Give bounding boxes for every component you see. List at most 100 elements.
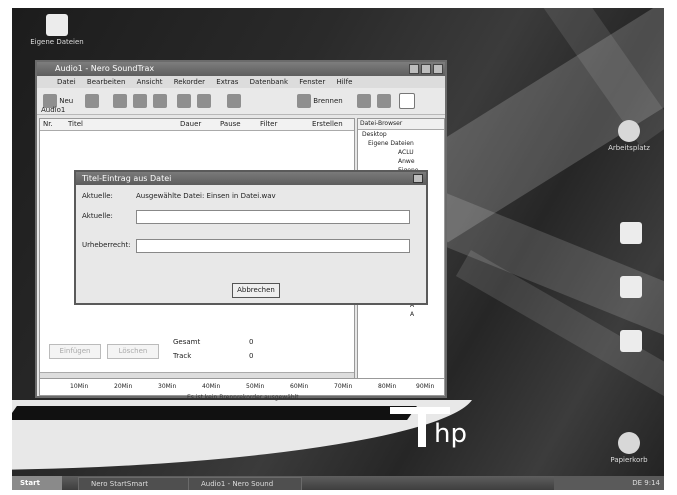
document-icon	[620, 276, 642, 298]
total-value: 0	[249, 338, 254, 346]
menu-datenbank[interactable]: Datenbank	[250, 78, 288, 86]
window-title: Audio1 - Nero SoundTrax	[55, 64, 155, 73]
ruler-tick: 80Min	[378, 383, 397, 390]
desktop-icon-label: Arbeitsplatz	[608, 144, 650, 152]
info-button[interactable]	[377, 93, 391, 109]
track-value: 0	[249, 352, 254, 360]
minimize-button[interactable]	[409, 64, 419, 74]
tree-item[interactable]: A	[358, 310, 444, 319]
close-button[interactable]	[433, 64, 443, 74]
properties-icon	[177, 94, 191, 108]
info-icon	[377, 94, 391, 108]
menu-extras[interactable]: Extras	[216, 78, 238, 86]
maximize-button[interactable]	[421, 64, 431, 74]
tree-item[interactable]: Desktop	[358, 130, 444, 139]
save-button[interactable]	[85, 93, 99, 109]
desktop-shortcut-1[interactable]	[596, 222, 664, 246]
dialog-close-button[interactable]	[413, 174, 423, 183]
ruler-tick: 60Min	[290, 383, 309, 390]
cut-icon	[113, 94, 127, 108]
column-header[interactable]: Erstellen	[312, 119, 343, 130]
file-value: Ausgewählte Datei: Einsen in Datei.wav	[136, 192, 276, 200]
taskbar-item[interactable]: Audio1 - Nero Sound	[188, 477, 302, 490]
ruler-tick: 10Min	[70, 383, 89, 390]
cancel-button[interactable]: Abbrechen	[232, 283, 280, 298]
tree-item[interactable]: ACLU	[358, 148, 444, 157]
title-input[interactable]	[136, 210, 410, 224]
ruler-tick: 90Min	[416, 383, 435, 390]
cut-button[interactable]	[113, 93, 127, 109]
document-icon	[620, 330, 642, 352]
burn-button[interactable]: Brennen	[297, 93, 343, 109]
dialog-titlebar[interactable]: Titel-Eintrag aus Datei	[76, 172, 426, 185]
hp-logo-text: hp	[434, 419, 467, 449]
track-label: Track	[173, 352, 192, 360]
column-header[interactable]: Nr.	[43, 119, 53, 130]
title-entry-dialog[interactable]: Titel-Eintrag aus Datei Aktuelle: Ausgew…	[74, 170, 428, 305]
properties-button[interactable]	[177, 93, 191, 109]
tree-item[interactable]: Anwe	[358, 157, 444, 166]
desktop-icon-label: Eigene Dateien	[30, 38, 84, 46]
field2-label: Urheberrecht:	[82, 241, 131, 249]
desktop: Eigene Dateien Arbeitsplatz Papierkorb h…	[12, 8, 664, 490]
dialog-title: Titel-Eintrag aus Datei	[82, 174, 172, 183]
tree-item[interactable]: Eigene Dateien	[358, 139, 444, 148]
paste-button[interactable]	[153, 93, 167, 109]
toolbar: Neu Brennen	[37, 88, 445, 115]
menu-ansicht[interactable]: Ansicht	[137, 78, 163, 86]
track-list-header: Nr. Titel Dauer Pause Filter Erstellen	[40, 119, 354, 131]
column-header[interactable]: Pause	[220, 119, 241, 130]
help-button[interactable]	[399, 93, 415, 109]
document-icon	[620, 222, 642, 244]
copy-icon	[133, 94, 147, 108]
menu-datei[interactable]: Datei	[57, 78, 76, 86]
tools-icon	[197, 94, 211, 108]
tools-button[interactable]	[197, 93, 211, 109]
burn-icon	[297, 94, 311, 108]
start-button[interactable]: Start	[12, 476, 62, 490]
total-label: Gesamt	[173, 338, 201, 346]
ruler-tick: 20Min	[114, 383, 133, 390]
ruler-tick: 70Min	[334, 383, 353, 390]
column-header[interactable]: Filter	[260, 119, 277, 130]
record-icon	[227, 94, 241, 108]
file-label: Aktuelle:	[82, 192, 113, 200]
column-header[interactable]: Titel	[68, 119, 83, 130]
computer-icon	[618, 120, 640, 142]
column-header[interactable]: Dauer	[180, 119, 201, 130]
copyright-input[interactable]	[136, 239, 410, 253]
paste-icon	[153, 94, 167, 108]
recycle-bin-icon	[618, 432, 640, 454]
file-browser-title: Datei-Browser	[358, 119, 444, 130]
copy-button[interactable]	[133, 93, 147, 109]
menu-hilfe[interactable]: Hilfe	[336, 78, 352, 86]
menubar: Datei Bearbeiten Ansicht Rekorder Extras…	[37, 76, 445, 88]
desktop-shortcut-2[interactable]	[596, 276, 664, 300]
menu-bearbeiten[interactable]: Bearbeiten	[87, 78, 125, 86]
pane-title: Audio1	[41, 106, 66, 114]
disc-icon	[357, 94, 371, 108]
desktop-icon-papierkorb[interactable]: Papierkorb	[594, 432, 664, 464]
taskbar-item[interactable]: Nero StartSmart	[78, 477, 192, 490]
track-summary: Einfügen Löschen Gesamt 0 Track 0	[45, 330, 351, 374]
taskbar: Start Nero StartSmart Audio1 - Nero Soun…	[12, 476, 664, 490]
desktop-shortcut-3[interactable]	[596, 330, 664, 354]
ruler-tick: 40Min	[202, 383, 221, 390]
system-tray: DE 9:14	[554, 476, 664, 490]
insert-button[interactable]: Einfügen	[49, 344, 101, 359]
menu-fenster[interactable]: Fenster	[299, 78, 325, 86]
folder-icon	[46, 14, 68, 36]
help-icon	[399, 93, 415, 109]
save-icon	[85, 94, 99, 108]
field1-label: Aktuelle:	[82, 212, 113, 220]
desktop-icon-arbeitsplatz[interactable]: Arbeitsplatz	[594, 120, 664, 152]
window-titlebar[interactable]: Audio1 - Nero SoundTrax	[37, 62, 445, 76]
status-bar: Es ist kein Brennrekorder ausgewählt	[187, 394, 299, 401]
menu-rekorder[interactable]: Rekorder	[174, 78, 205, 86]
copy-disc-button[interactable]	[357, 93, 371, 109]
desktop-icon-eigene-dateien[interactable]: Eigene Dateien	[22, 14, 92, 46]
wallpaper-swoosh-dark	[12, 406, 417, 420]
desktop-icon-label: Papierkorb	[610, 456, 648, 464]
record-button[interactable]	[227, 93, 241, 109]
delete-button[interactable]: Löschen	[107, 344, 159, 359]
